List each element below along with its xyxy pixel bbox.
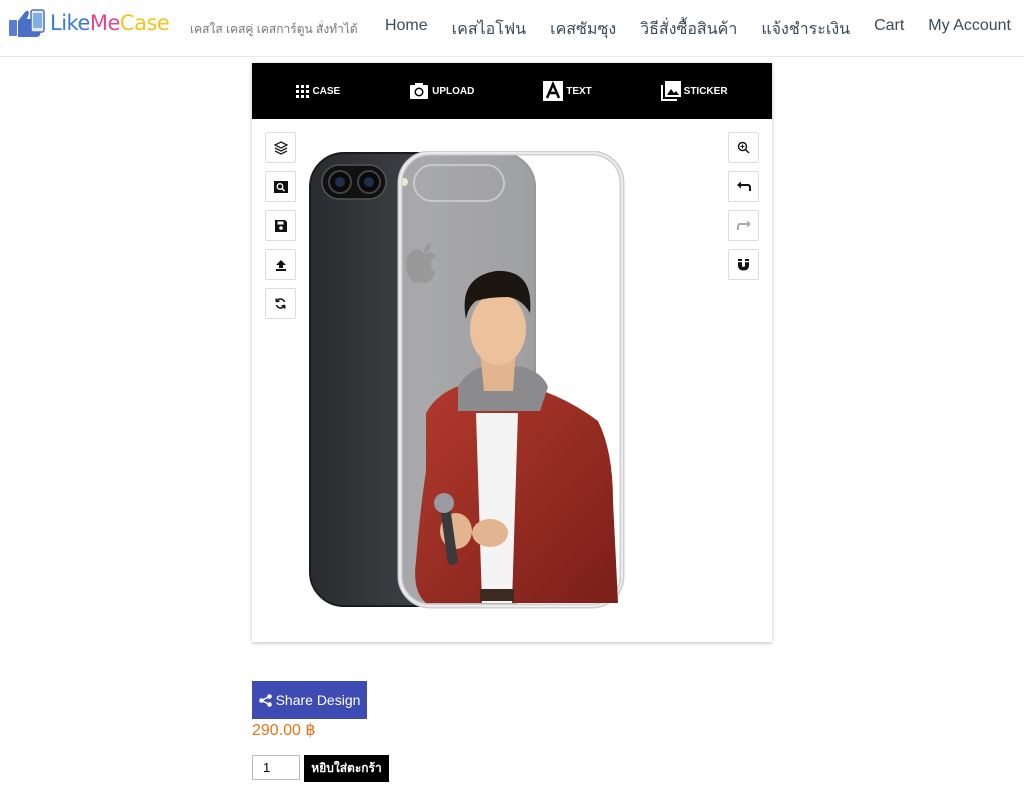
case-designer: CASE UPLOAD TEXT STICKER [252, 63, 772, 642]
layers-button[interactable] [265, 132, 296, 163]
site-tagline: เคสใส เคสคู่ เคสการ์ตูน สั่งทำได้ [190, 22, 358, 36]
share-design-label: Share Design [275, 692, 361, 708]
tool-text-label: TEXT [566, 85, 592, 97]
camera-icon [410, 83, 429, 99]
tool-sticker[interactable]: STICKER [660, 81, 728, 101]
redo-button[interactable] [728, 210, 759, 241]
zoom-fit-icon [273, 180, 288, 193]
zoom-fit-button[interactable] [265, 171, 296, 202]
add-to-cart-button[interactable]: หยิบใส่ตะกร้า [304, 755, 389, 782]
share-design-button[interactable]: Share Design [252, 681, 367, 719]
tool-upload[interactable]: UPLOAD [409, 82, 474, 100]
upload-icon [275, 259, 286, 271]
nav-iphone-cases[interactable]: เคสไอโฟน [452, 17, 526, 42]
quantity-input[interactable] [252, 755, 300, 780]
designer-toolbar: CASE UPLOAD TEXT STICKER [252, 63, 772, 119]
nav-how-to-order[interactable]: วิธีสั่งซื้อสินค้า [640, 17, 737, 42]
nav-samsung-cases[interactable]: เคสซัมซุง [550, 17, 616, 42]
text-icon [543, 81, 564, 101]
tool-case[interactable]: CASE [296, 84, 341, 98]
sticker-icon [660, 81, 681, 101]
undo-button[interactable] [728, 171, 759, 202]
thumbs-up-logo-icon [8, 8, 46, 38]
grid-icon [296, 84, 310, 98]
magnet-icon [738, 259, 749, 271]
tool-upload-label: UPLOAD [432, 85, 475, 97]
share-icon [258, 693, 272, 707]
phone-case-preview [309, 150, 625, 609]
refresh-icon [275, 298, 286, 309]
tool-sticker-label: STICKER [683, 85, 728, 97]
product-price: 290.00 ฿ [252, 722, 316, 739]
logo-case: Case [119, 11, 170, 35]
save-icon [274, 219, 287, 232]
reset-button[interactable] [265, 288, 296, 319]
logo-me: Me [89, 11, 121, 35]
layers-icon [273, 140, 288, 155]
undo-icon [736, 181, 751, 191]
logo-like: Like [50, 11, 90, 35]
zoom-in-icon [737, 141, 750, 154]
zoom-in-button[interactable] [728, 132, 759, 163]
nav-my-account[interactable]: My Account [928, 17, 1011, 42]
snap-magnet-button[interactable] [728, 249, 759, 280]
nav-payment-notice[interactable]: แจ้งชำระเงิน [761, 17, 850, 42]
site-logo[interactable]: LikeMeCase [8, 8, 170, 38]
tool-case-label: CASE [312, 85, 341, 97]
upload-button[interactable] [265, 249, 296, 280]
main-nav: Home เคสไอโฟน เคสซัมซุง วิธีสั่งซื้อสินค… [385, 17, 1011, 42]
site-header: LikeMeCase เคสใส เคสคู่ เคสการ์ตูน สั่งท… [0, 0, 1024, 57]
nav-home[interactable]: Home [385, 17, 428, 42]
logo-wordmark: LikeMeCase [50, 11, 170, 35]
redo-icon [736, 220, 751, 230]
nav-cart[interactable]: Cart [874, 17, 904, 42]
design-canvas[interactable] [308, 150, 628, 611]
tool-text[interactable]: TEXT [543, 81, 592, 101]
save-button[interactable] [265, 210, 296, 241]
